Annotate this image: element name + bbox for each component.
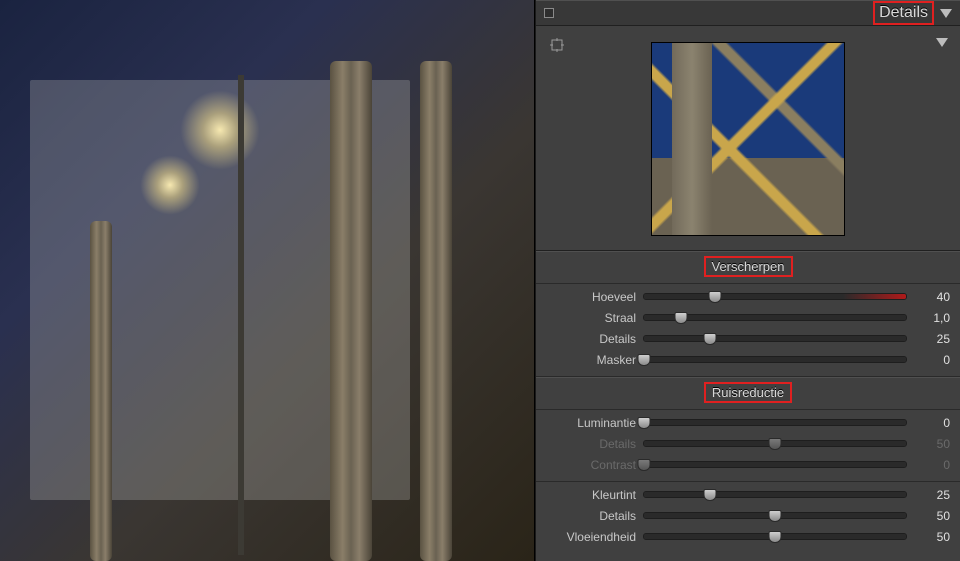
sharpen-radius-slider[interactable]: [644, 315, 906, 320]
slider-thumb[interactable]: [638, 417, 651, 429]
sharpen-amount-slider[interactable]: [644, 294, 906, 299]
photo-light: [180, 90, 260, 170]
noise-color-detail-value[interactable]: 50: [914, 509, 950, 523]
photo-pole: [238, 75, 244, 555]
noise-color-tint-value[interactable]: 25: [914, 488, 950, 502]
sharpen-amount-label: Hoeveel: [546, 290, 636, 304]
noise-color-detail-row: Details 50: [546, 505, 950, 526]
noise-lum-detail-slider: [644, 441, 906, 446]
detail-preview-section: [536, 26, 960, 251]
sharpen-detail-value[interactable]: 25: [914, 332, 950, 346]
noise-luminance-label: Luminantie: [546, 416, 636, 430]
panel-header[interactable]: Details: [536, 0, 960, 26]
noise-luminance-value[interactable]: 0: [914, 416, 950, 430]
sharpen-mask-slider[interactable]: [644, 357, 906, 362]
panel-header-right: Details: [875, 3, 952, 23]
slider-thumb[interactable]: [703, 333, 716, 345]
noise-header: Ruisreductie: [536, 378, 960, 410]
sharpen-section: Verscherpen Hoeveel 40 Straal 1,0 Detail…: [536, 251, 960, 377]
noise-color-smooth-row: Vloeiendheid 50: [546, 526, 950, 547]
photo-tree: [420, 61, 452, 561]
sharpen-radius-label: Straal: [546, 311, 636, 325]
slider-thumb[interactable]: [708, 291, 721, 303]
panel-title: Details: [875, 3, 932, 23]
sharpen-amount-value[interactable]: 40: [914, 290, 950, 304]
sharpen-detail-row: Details 25: [546, 328, 950, 349]
noise-luminance-slider[interactable]: [644, 420, 906, 425]
noise-color-tint-slider[interactable]: [644, 492, 906, 497]
details-panel: Details Verscherpen Hoeveel 40: [535, 0, 960, 561]
panel-toggle-switch[interactable]: [544, 8, 554, 18]
noise-color-detail-label: Details: [546, 509, 636, 523]
noise-lum-contrast-value: 0: [914, 458, 950, 472]
sharpen-mask-row: Masker 0: [546, 349, 950, 370]
sharpen-radius-row: Straal 1,0: [546, 307, 950, 328]
noise-color-smooth-value[interactable]: 50: [914, 530, 950, 544]
noise-color-smooth-label: Vloeiendheid: [546, 530, 636, 544]
noise-title: Ruisreductie: [706, 384, 790, 401]
sharpen-mask-label: Masker: [546, 353, 636, 367]
sharpen-detail-slider[interactable]: [644, 336, 906, 341]
slider-thumb[interactable]: [638, 354, 651, 366]
photo-tree: [90, 221, 112, 561]
slider-red-zone: [843, 294, 906, 299]
preview-tools: [548, 36, 566, 54]
slider-thumb[interactable]: [769, 510, 782, 522]
slider-thumb[interactable]: [674, 312, 687, 324]
target-picker-icon[interactable]: [548, 36, 566, 54]
sharpen-title: Verscherpen: [706, 258, 791, 275]
sharpen-detail-label: Details: [546, 332, 636, 346]
slider-thumb[interactable]: [703, 489, 716, 501]
photo-tree: [330, 61, 372, 561]
slider-thumb: [638, 459, 651, 471]
sharpen-mask-value[interactable]: 0: [914, 353, 950, 367]
slider-thumb[interactable]: [769, 531, 782, 543]
noise-color-smooth-slider[interactable]: [644, 534, 906, 539]
main-photo-preview[interactable]: [0, 0, 535, 561]
sharpen-header: Verscherpen: [536, 252, 960, 284]
noise-color-tint-label: Kleurtint: [546, 488, 636, 502]
slider-thumb: [769, 438, 782, 450]
noise-lum-contrast-row: Contrast 0: [546, 454, 950, 475]
detail-preview-thumb[interactable]: [651, 42, 845, 236]
noise-section: Ruisreductie Luminantie 0 Details 50 Con…: [536, 377, 960, 553]
sharpen-radius-value[interactable]: 1,0: [914, 311, 950, 325]
noise-color-detail-slider[interactable]: [644, 513, 906, 518]
noise-lum-detail-row: Details 50: [546, 433, 950, 454]
noise-lum-detail-label: Details: [546, 437, 636, 451]
noise-luminance-group: Luminantie 0 Details 50 Contrast 0: [536, 410, 960, 482]
sharpen-amount-row: Hoeveel 40: [546, 286, 950, 307]
photo-light: [140, 155, 200, 215]
noise-lum-contrast-slider: [644, 462, 906, 467]
sharpen-sliders: Hoeveel 40 Straal 1,0 Details 25: [536, 284, 960, 377]
noise-lum-detail-value: 50: [914, 437, 950, 451]
noise-color-group: Kleurtint 25 Details 50 Vloeiendheid 50: [536, 482, 960, 553]
noise-luminance-row: Luminantie 0: [546, 412, 950, 433]
noise-color-tint-row: Kleurtint 25: [546, 484, 950, 505]
preview-collapse-icon[interactable]: [936, 38, 948, 47]
collapse-icon[interactable]: [940, 9, 952, 18]
noise-lum-contrast-label: Contrast: [546, 458, 636, 472]
